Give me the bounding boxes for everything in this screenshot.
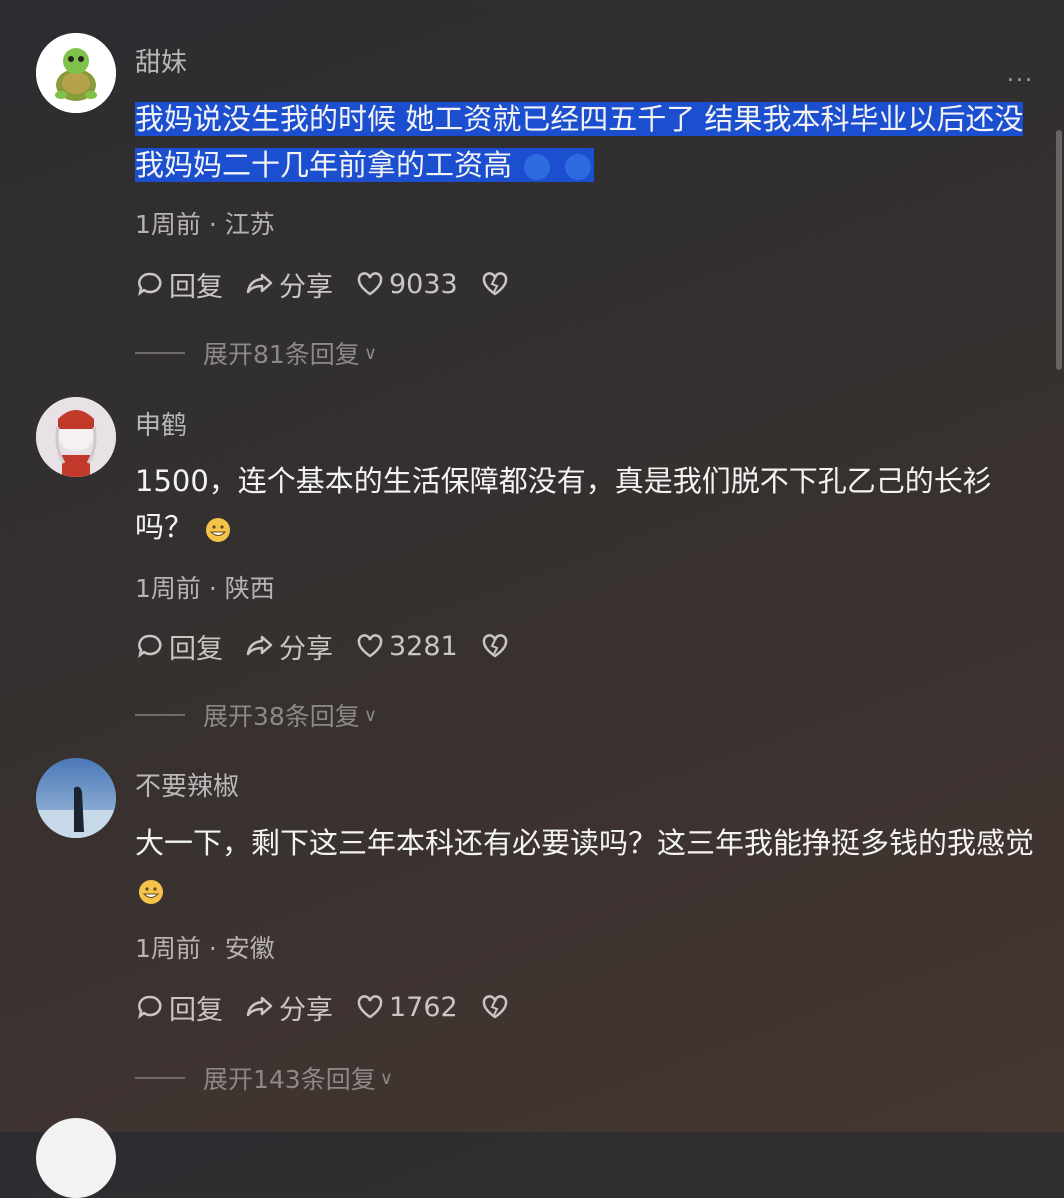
chevron-down-icon: ∨ <box>379 1067 393 1089</box>
like-count: 9033 <box>389 268 458 300</box>
like-button[interactable]: 9033 <box>355 269 458 300</box>
broken-heart-icon <box>482 272 507 296</box>
chevron-down-icon: ∨ <box>363 342 377 364</box>
avatar[interactable] <box>36 397 116 477</box>
share-icon <box>246 635 273 656</box>
comment-body: 1500，连个基本的生活保障都没有，真是我们脱不下孔乙己的长衫吗？ <box>135 464 992 544</box>
grin-sweat-emoji-icon <box>206 518 231 542</box>
laugh-emoji-icon <box>524 154 551 180</box>
comment-actions: 回复 分享 1762 <box>135 988 536 1027</box>
username[interactable]: 不要辣椒 <box>135 766 239 803</box>
comment-actions: 回复 分享 9033 <box>135 265 536 304</box>
username[interactable]: 甜妹 <box>135 42 187 79</box>
comment-actions: 回复 分享 3281 <box>135 627 536 666</box>
heart-icon <box>357 634 383 658</box>
share-label: 分享 <box>279 633 333 665</box>
share-button[interactable]: 分享 <box>245 627 333 666</box>
like-button[interactable]: 1762 <box>355 992 458 1023</box>
comment-text: 我妈说没生我的时候 她工资就已经四五千了 结果我本科毕业以后还没我妈妈二十几年前… <box>135 96 1035 188</box>
username[interactable]: 申鹤 <box>135 405 187 442</box>
expand-replies-button[interactable]: 展开143条回复 ∨ <box>135 1060 393 1096</box>
expand-replies-button[interactable]: 展开38条回复 ∨ <box>135 697 377 733</box>
comment-text: 1500，连个基本的生活保障都没有，真是我们脱不下孔乙己的长衫吗？ <box>135 458 1035 550</box>
chevron-down-icon: ∨ <box>363 704 377 726</box>
ok-hand-emoji-icon <box>565 154 592 180</box>
reply-icon <box>138 272 162 296</box>
reply-icon <box>138 634 162 658</box>
scrollbar[interactable] <box>1056 130 1062 370</box>
expand-replies-label: 展开143条回复 <box>203 1065 376 1094</box>
broken-heart-icon <box>482 634 507 658</box>
avatar[interactable] <box>36 758 116 838</box>
anime-girl-avatar-icon <box>36 397 116 477</box>
comment-meta: 1周前 · 陕西 <box>135 574 275 603</box>
reply-button[interactable]: 回复 <box>135 627 223 666</box>
share-button[interactable]: 分享 <box>245 988 333 1027</box>
share-icon <box>246 273 273 294</box>
turtle-avatar-icon <box>36 33 116 113</box>
dislike-button[interactable] <box>480 631 514 661</box>
emoji-icons <box>512 148 595 182</box>
heart-icon <box>357 995 383 1019</box>
like-count: 3281 <box>389 630 458 662</box>
reply-label: 回复 <box>169 271 223 303</box>
share-label: 分享 <box>279 271 333 303</box>
dislike-button[interactable] <box>480 269 514 299</box>
comment-meta: 1周前 · 江苏 <box>135 210 275 239</box>
comment-text: 大一下，剩下这三年本科还有必要读吗？这三年我能挣挺多钱的我感觉 <box>135 820 1035 912</box>
reply-label: 回复 <box>169 633 223 665</box>
comment-meta: 1周前 · 安徽 <box>135 934 275 963</box>
share-button[interactable]: 分享 <box>245 265 333 304</box>
like-count: 1762 <box>389 991 458 1023</box>
grin-sweat-emoji-icon <box>139 880 163 904</box>
share-label: 分享 <box>279 994 333 1026</box>
reply-button[interactable]: 回复 <box>135 265 223 304</box>
divider-line <box>135 714 185 716</box>
broken-heart-icon <box>482 995 507 1019</box>
dislike-button[interactable] <box>480 992 514 1022</box>
reply-icon <box>138 995 162 1019</box>
share-icon <box>246 996 273 1017</box>
expand-replies-label: 展开38条回复 <box>203 702 360 731</box>
expand-replies-label: 展开81条回复 <box>203 340 360 369</box>
comment-body: 大一下，剩下这三年本科还有必要读吗？这三年我能挣挺多钱的我感觉 <box>135 826 1035 860</box>
divider-line <box>135 352 185 354</box>
like-button[interactable]: 3281 <box>355 631 458 662</box>
reply-label: 回复 <box>169 994 223 1026</box>
more-options-icon[interactable]: ... <box>1007 62 1034 87</box>
avatar[interactable] <box>36 33 116 113</box>
avatar[interactable] <box>36 1118 116 1198</box>
divider-line <box>135 1077 185 1079</box>
reply-button[interactable]: 回复 <box>135 988 223 1027</box>
silhouette-avatar-icon <box>36 758 116 838</box>
expand-replies-button[interactable]: 展开81条回复 ∨ <box>135 335 377 371</box>
heart-icon <box>357 272 383 296</box>
